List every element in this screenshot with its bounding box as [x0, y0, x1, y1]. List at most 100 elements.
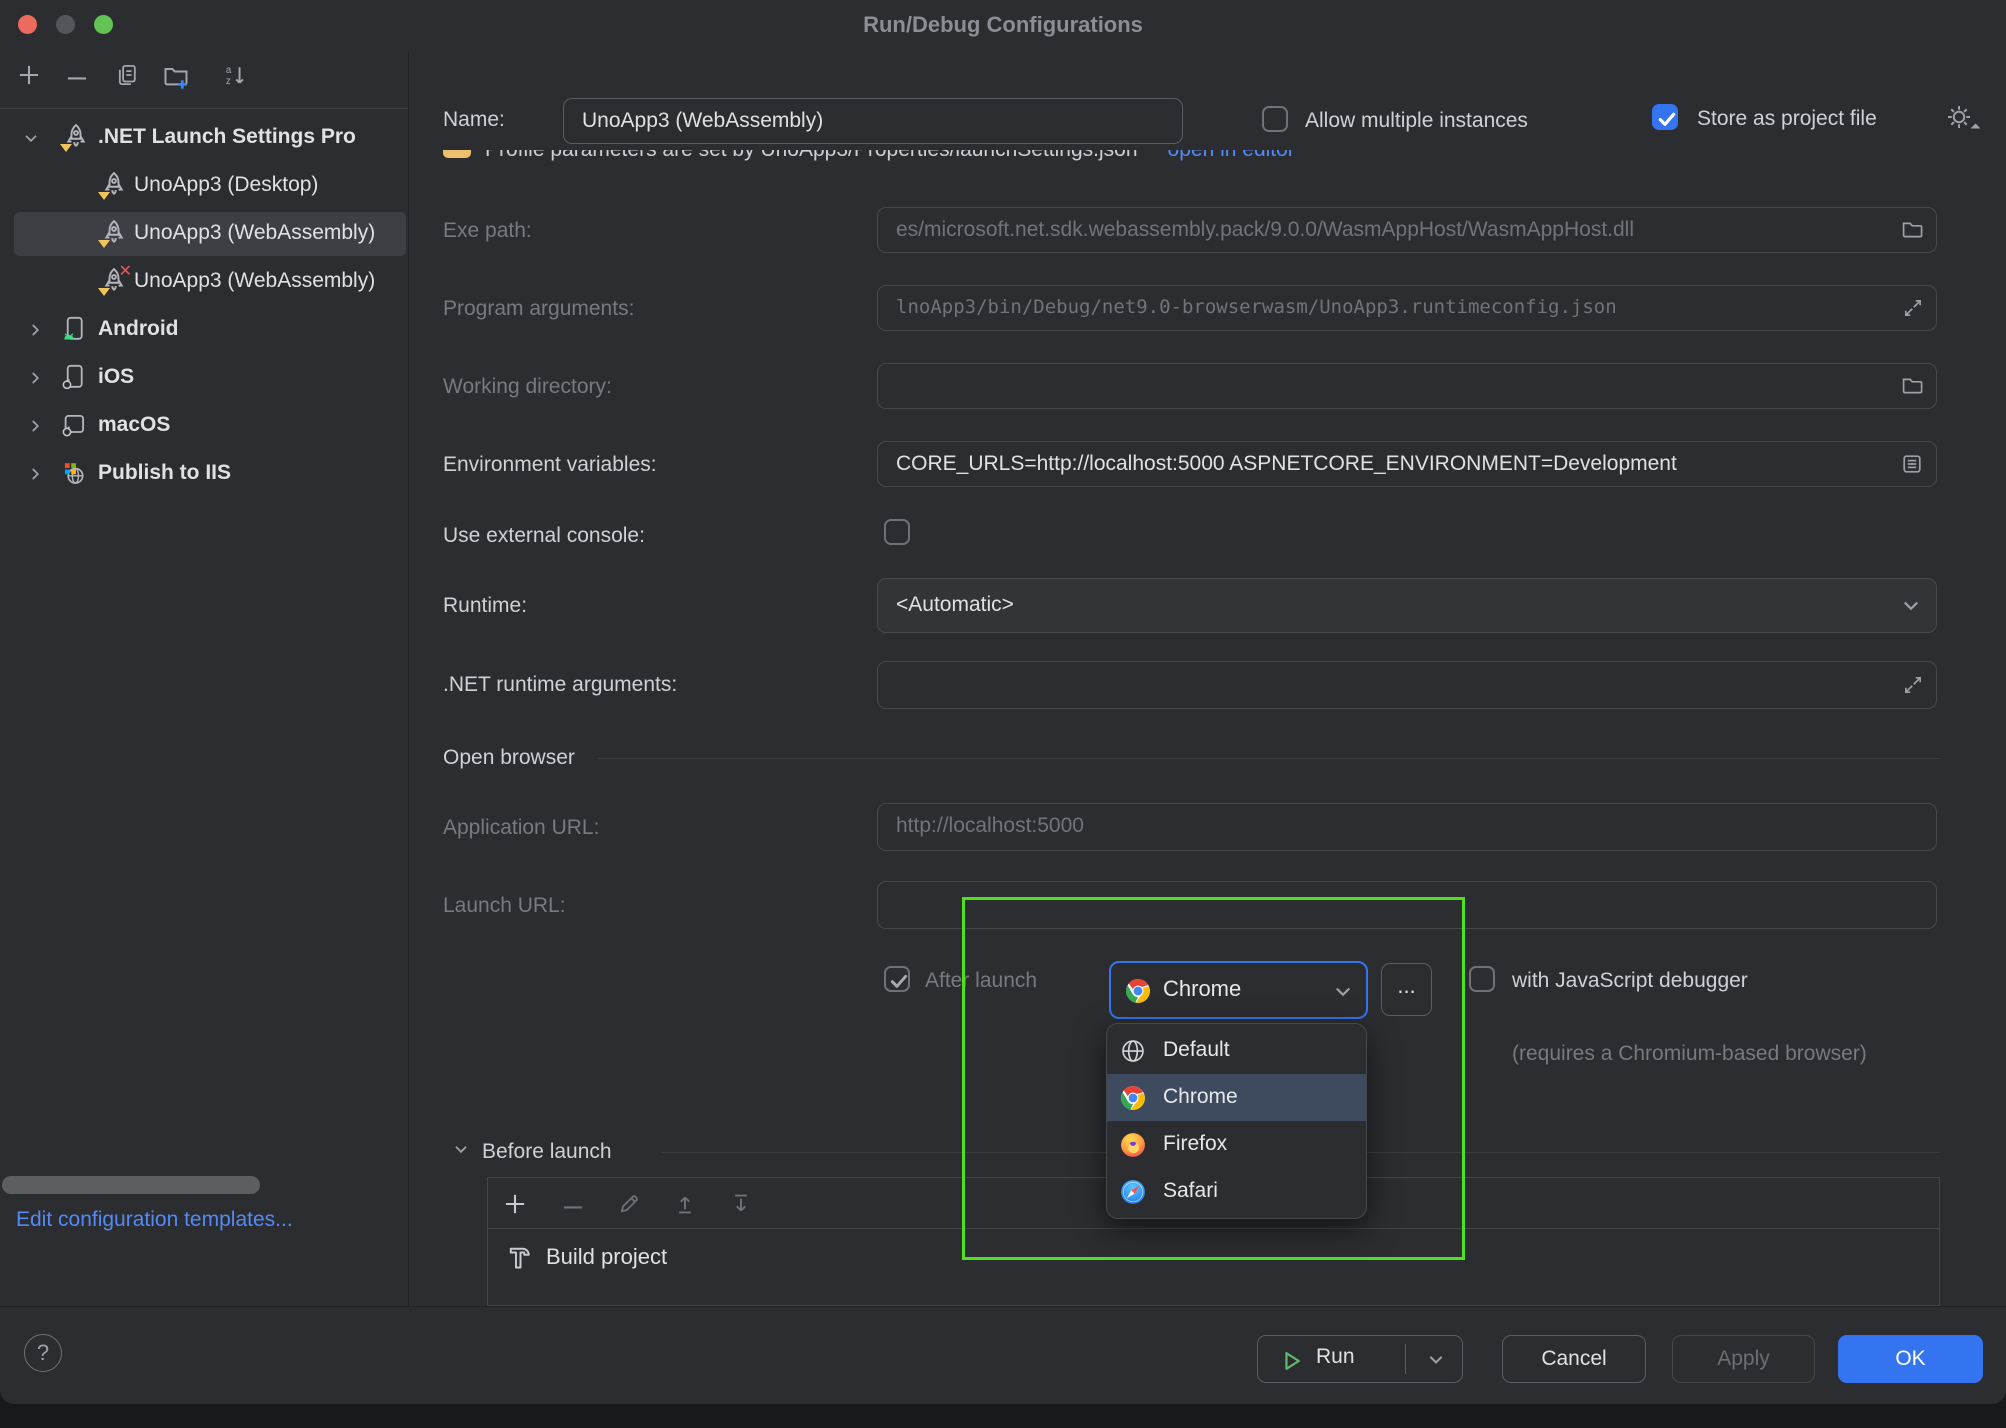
- program-arguments-input[interactable]: lnoApp3/bin/Debug/net9.0-browserwasm/Uno…: [877, 285, 1937, 331]
- environment-variables-input[interactable]: CORE_URLS=http://localhost:5000 ASPNETCO…: [877, 441, 1937, 487]
- copy-icon[interactable]: [114, 62, 140, 90]
- chevron-down-icon: [1900, 595, 1922, 617]
- open-browser-section-label: Open browser: [443, 746, 575, 770]
- working-directory-label: Working directory:: [443, 375, 612, 399]
- tree-item-unoapp3-webassembly-error[interactable]: ✕ UnoApp3 (WebAssembly): [0, 258, 408, 306]
- store-as-project-file-label: Store as project file: [1697, 107, 1877, 131]
- warning-icon: [443, 150, 471, 158]
- annotation-highlight-rectangle: [962, 897, 1465, 1260]
- svg-text:z: z: [226, 76, 231, 87]
- environment-variables-label: Environment variables:: [443, 453, 657, 477]
- run-button[interactable]: Run: [1257, 1335, 1463, 1383]
- use-external-console-checkbox[interactable]: [884, 519, 910, 545]
- js-debugger-checkbox[interactable]: [1469, 966, 1495, 992]
- tree-item-android[interactable]: Android: [0, 306, 408, 354]
- rocket-icon: [100, 219, 128, 247]
- sidebar-divider: [408, 52, 409, 1306]
- sort-az-icon[interactable]: az: [222, 62, 248, 90]
- profile-badge-icon: [98, 192, 110, 200]
- list-icon[interactable]: [1900, 452, 1924, 476]
- expand-icon[interactable]: [1902, 297, 1924, 319]
- working-directory-input[interactable]: [877, 363, 1937, 409]
- application-url-input[interactable]: http://localhost:5000: [877, 803, 1937, 851]
- run-debug-configurations-dialog: Run/Debug Configurations az .NET Launch …: [0, 0, 2006, 1404]
- remove-icon[interactable]: [560, 1197, 586, 1223]
- play-icon: [1278, 1348, 1304, 1374]
- program-arguments-label: Program arguments:: [443, 297, 634, 321]
- tree-item-net-launch-settings[interactable]: .NET Launch Settings Pro: [0, 114, 408, 162]
- after-launch-checkbox[interactable]: [884, 966, 910, 992]
- ok-button[interactable]: OK: [1838, 1335, 1983, 1383]
- apply-button[interactable]: Apply: [1672, 1335, 1815, 1383]
- net-runtime-arguments-label: .NET runtime arguments:: [443, 673, 677, 697]
- expand-icon[interactable]: [1902, 674, 1924, 696]
- ios-phone-icon: [60, 363, 88, 391]
- rocket-error-icon: ✕: [100, 267, 128, 295]
- hammer-icon: [504, 1242, 534, 1272]
- iis-globe-icon: [60, 459, 88, 487]
- profile-badge-icon: [98, 288, 110, 296]
- chevron-right-icon[interactable]: [26, 369, 44, 387]
- net-runtime-arguments-input[interactable]: [877, 661, 1937, 709]
- sidebar-toolbar-divider: [0, 108, 408, 109]
- cancel-button[interactable]: Cancel: [1502, 1335, 1646, 1383]
- before-launch-collapse-icon[interactable]: [452, 1140, 470, 1158]
- gear-icon[interactable]: [1944, 102, 1974, 132]
- rocket-icon: [100, 171, 128, 199]
- folder-icon[interactable]: [1900, 374, 1924, 398]
- chevron-down-icon[interactable]: [1426, 1350, 1446, 1370]
- tree-item-unoapp3-desktop[interactable]: UnoApp3 (Desktop): [0, 162, 408, 210]
- store-as-project-file-checkbox[interactable]: [1652, 104, 1678, 130]
- help-button[interactable]: ?: [24, 1334, 62, 1372]
- before-launch-task-build-project[interactable]: Build project: [504, 1244, 667, 1270]
- remove-icon[interactable]: [64, 68, 90, 96]
- move-up-icon[interactable]: [672, 1191, 698, 1217]
- tree-item-unoapp3-webassembly-selected[interactable]: UnoApp3 (WebAssembly): [0, 210, 408, 258]
- add-icon[interactable]: [502, 1191, 528, 1217]
- before-launch-task-label: Build project: [546, 1244, 667, 1269]
- warning-banner: Profile parameters are set by UnoApp3/Pr…: [430, 150, 1986, 184]
- launch-url-label: Launch URL:: [443, 894, 566, 918]
- tree-item-publish-to-iis[interactable]: Publish to IIS: [0, 450, 408, 498]
- new-folder-icon[interactable]: [162, 62, 190, 90]
- edit-templates-link[interactable]: Edit configuration templates...: [16, 1208, 293, 1232]
- name-label: Name:: [443, 108, 505, 132]
- edit-icon[interactable]: [616, 1191, 642, 1217]
- tree-item-macos[interactable]: macOS: [0, 402, 408, 450]
- before-launch-section-label: Before launch: [482, 1140, 612, 1164]
- profile-badge-icon: [60, 144, 72, 152]
- rocket-icon: [62, 123, 90, 151]
- use-external-console-label: Use external console:: [443, 524, 645, 548]
- tree-item-ios[interactable]: iOS: [0, 354, 408, 402]
- runtime-select[interactable]: <Automatic>: [877, 578, 1937, 633]
- add-icon[interactable]: [16, 62, 42, 90]
- allow-multiple-instances-checkbox[interactable]: [1262, 106, 1288, 132]
- configurations-tree: .NET Launch Settings Pro UnoApp3 (Deskto…: [0, 114, 408, 498]
- profile-badge-icon: [98, 240, 110, 248]
- run-split-divider: [1405, 1344, 1406, 1374]
- open-in-editor-link[interactable]: open in editor: [1168, 150, 1295, 161]
- open-browser-divider: [598, 758, 1940, 759]
- chevron-right-icon[interactable]: [26, 321, 44, 339]
- application-url-label: Application URL:: [443, 816, 599, 840]
- chevron-right-icon[interactable]: [26, 465, 44, 483]
- js-debugger-note: (requires a Chromium-based browser): [1512, 1042, 1867, 1066]
- warning-text: Profile parameters are set by UnoApp3/Pr…: [485, 150, 1138, 161]
- exe-path-label: Exe path:: [443, 219, 532, 243]
- move-down-icon[interactable]: [728, 1191, 754, 1217]
- run-button-label: Run: [1316, 1345, 1355, 1369]
- chevron-down-icon[interactable]: [22, 129, 40, 147]
- error-badge-icon: ✕: [119, 261, 132, 281]
- svg-text:a: a: [226, 65, 232, 76]
- runtime-label: Runtime:: [443, 594, 527, 618]
- folder-icon[interactable]: [1900, 218, 1924, 242]
- horizontal-scrollbar[interactable]: [2, 1176, 260, 1194]
- exe-path-input[interactable]: es/microsoft.net.sdk.webassembly.pack/9.…: [877, 207, 1937, 253]
- chevron-right-icon[interactable]: [26, 417, 44, 435]
- name-input[interactable]: UnoApp3 (WebAssembly): [563, 98, 1183, 144]
- js-debugger-label: with JavaScript debugger: [1512, 969, 1748, 993]
- allow-multiple-instances-label: Allow multiple instances: [1305, 109, 1528, 133]
- macos-icon: [60, 411, 88, 439]
- window-title: Run/Debug Configurations: [0, 12, 2006, 38]
- footer-divider: [0, 1306, 2006, 1307]
